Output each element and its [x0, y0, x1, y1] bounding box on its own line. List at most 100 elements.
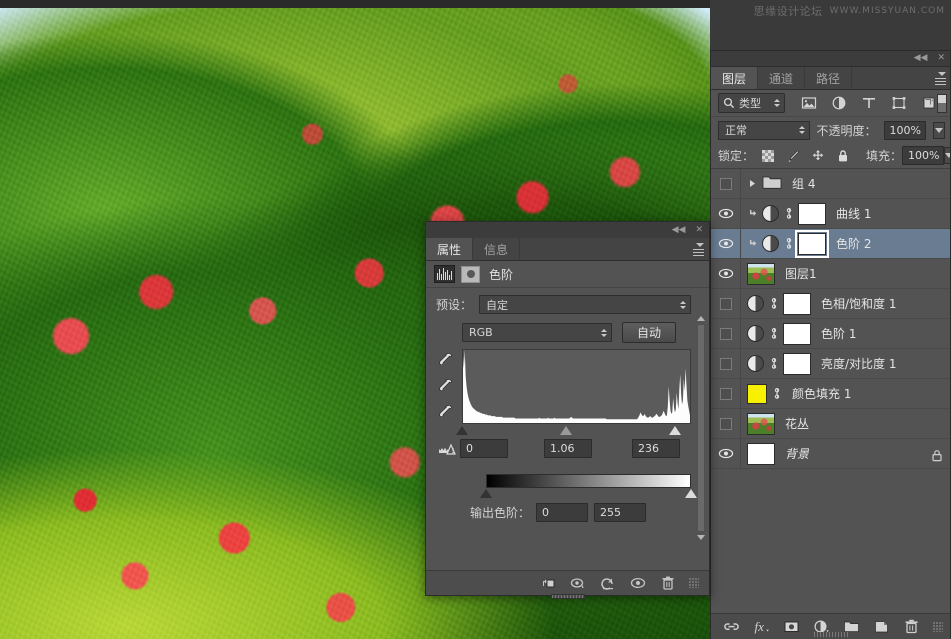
close-icon[interactable]: ✕ — [937, 54, 945, 63]
mask-link-icon[interactable] — [768, 327, 779, 340]
link-layers-icon[interactable] — [723, 618, 740, 635]
resize-grip[interactable] — [933, 621, 943, 632]
collapse-icon[interactable]: ◀◀ — [672, 225, 686, 235]
collapse-icon[interactable]: ◀◀ — [914, 54, 928, 63]
layer-thumbnail[interactable] — [747, 412, 775, 435]
layer-visibility-eye-icon[interactable] — [711, 229, 741, 258]
output-white-field[interactable]: 255 — [594, 503, 647, 522]
layer-visibility-eye-icon[interactable] — [711, 199, 741, 228]
layer-mask-thumbnail[interactable] — [783, 322, 811, 345]
layer-visibility-off-icon[interactable] — [711, 379, 741, 408]
layer-row-7[interactable]: 亮度/对比度 1 — [711, 349, 951, 379]
delete-layer-icon[interactable] — [903, 618, 920, 635]
layer-visibility-eye-icon[interactable] — [711, 439, 741, 468]
layers-drag-grabber[interactable] — [814, 632, 848, 637]
tab-properties[interactable]: 属性 — [426, 238, 474, 260]
filter-smart-object-icon[interactable] — [921, 95, 937, 111]
filter-shape-layers-icon[interactable] — [891, 95, 907, 111]
layer-thumbnail[interactable] — [747, 442, 775, 465]
input-black-handle[interactable] — [456, 426, 468, 435]
layer-row-2[interactable]: 曲线 1 — [711, 199, 951, 229]
panel-drag-grabber[interactable] — [550, 594, 585, 599]
toggle-visibility-icon[interactable] — [629, 574, 647, 592]
clipping-warning-icon[interactable] — [436, 442, 460, 456]
scroll-down-icon[interactable] — [697, 535, 705, 540]
filter-kind-select[interactable]: 类型 — [718, 93, 785, 113]
layer-row-10[interactable]: 背景 — [711, 439, 951, 469]
blend-mode-select[interactable]: 正常 — [718, 120, 810, 140]
adjustment-layer-thumbnail[interactable] — [747, 355, 764, 372]
lock-position-icon[interactable] — [811, 149, 825, 163]
lock-transparent-pixels-icon[interactable] — [761, 149, 775, 163]
properties-panel[interactable]: ◀◀ ✕ 属性 信息 色阶 预设： 自定 RGB 自动 0 1.06 236 输… — [425, 221, 710, 599]
white-point-eyedropper[interactable] — [437, 403, 454, 420]
group-expand-arrow-icon[interactable] — [747, 179, 758, 188]
channel-select[interactable]: RGB — [462, 323, 612, 342]
new-layer-icon[interactable] — [873, 618, 890, 635]
filter-type-layers-icon[interactable] — [861, 95, 877, 111]
layer-style-fx-icon[interactable]: fx — [753, 618, 770, 635]
tab-paths[interactable]: 路径 — [805, 67, 853, 89]
properties-tabstrip[interactable]: 属性 信息 — [426, 238, 709, 261]
properties-scrollbar[interactable] — [695, 316, 707, 540]
layer-visibility-eye-icon[interactable] — [711, 259, 741, 288]
clip-to-layer-icon[interactable] — [539, 574, 557, 592]
levels-input-slider[interactable] — [456, 425, 691, 437]
levels-output-slider[interactable] — [480, 488, 697, 499]
layer-row-9[interactable]: 花丛 — [711, 409, 951, 439]
layer-row-3[interactable]: 色阶 2 — [711, 229, 951, 259]
opacity-dropdown-icon[interactable] — [932, 121, 945, 139]
levels-histogram[interactable] — [462, 349, 691, 424]
tab-channels[interactable]: 通道 — [758, 67, 806, 89]
output-black-handle[interactable] — [480, 489, 492, 498]
mask-link-icon[interactable] — [783, 237, 794, 250]
layer-visibility-off-icon[interactable] — [711, 409, 741, 438]
auto-button[interactable]: 自动 — [622, 322, 676, 343]
fill-layer-color-thumbnail[interactable] — [747, 383, 767, 404]
tab-layers[interactable]: 图层 — [711, 67, 759, 89]
layer-thumbnail[interactable] — [747, 262, 775, 285]
scroll-up-icon[interactable] — [697, 316, 705, 321]
mask-link-icon[interactable] — [768, 357, 779, 370]
layers-panel[interactable]: ◀◀ ✕ 图层 通道 路径 类型 正常 不透明度： 100% 锁定： 填充： 1… — [710, 50, 951, 639]
properties-panel-titlebar[interactable]: ◀◀ ✕ — [426, 222, 709, 238]
mask-link-icon[interactable] — [768, 297, 779, 310]
layer-row-1[interactable]: 组 4 — [711, 169, 951, 199]
layer-row-5[interactable]: 色相/饱和度 1 — [711, 289, 951, 319]
layer-visibility-off-icon[interactable] — [711, 319, 741, 348]
toggle-previous-state-icon[interactable] — [569, 574, 587, 592]
layer-mask-thumbnail[interactable] — [798, 202, 826, 225]
add-layer-mask-icon[interactable] — [783, 618, 800, 635]
layer-row-6[interactable]: 色阶 1 — [711, 319, 951, 349]
filter-pixel-layers-icon[interactable] — [801, 95, 817, 111]
layer-visibility-off-icon[interactable] — [711, 349, 741, 378]
layer-mask-thumbnail[interactable] — [783, 352, 811, 375]
lock-all-icon[interactable] — [836, 149, 850, 163]
fill-field[interactable]: 100% — [902, 146, 945, 165]
layer-mask-thumbnail[interactable] — [783, 292, 811, 315]
layers-tabstrip[interactable]: 图层 通道 路径 — [711, 67, 951, 90]
gray-point-eyedropper[interactable] — [437, 377, 454, 394]
adjustment-layer-thumbnail[interactable] — [762, 205, 779, 222]
layer-mask-icon[interactable] — [461, 265, 480, 283]
mask-link-icon[interactable] — [771, 387, 782, 400]
layer-mask-thumbnail[interactable] — [795, 229, 829, 258]
mask-link-icon[interactable] — [783, 207, 794, 220]
preset-select[interactable]: 自定 — [479, 295, 691, 314]
black-point-eyedropper[interactable] — [437, 351, 454, 368]
lock-image-pixels-icon[interactable] — [786, 149, 800, 163]
filter-adjustment-layers-icon[interactable] — [831, 95, 847, 111]
adjustment-layer-thumbnail[interactable] — [747, 325, 764, 342]
layer-visibility-off-icon[interactable] — [711, 169, 741, 198]
input-white-field[interactable]: 236 — [632, 439, 680, 458]
reset-adjustment-icon[interactable] — [599, 574, 617, 592]
input-black-field[interactable]: 0 — [460, 439, 508, 458]
layers-panel-titlebar[interactable]: ◀◀ ✕ — [711, 51, 951, 67]
scrollbar-thumb[interactable] — [697, 324, 705, 532]
layer-row-8[interactable]: 颜色填充 1 — [711, 379, 951, 409]
input-gamma-handle[interactable] — [560, 426, 573, 435]
resize-grip[interactable] — [689, 578, 699, 588]
input-gamma-field[interactable]: 1.06 — [544, 439, 592, 458]
delete-adjustment-icon[interactable] — [659, 574, 677, 592]
output-black-field[interactable]: 0 — [536, 503, 589, 522]
